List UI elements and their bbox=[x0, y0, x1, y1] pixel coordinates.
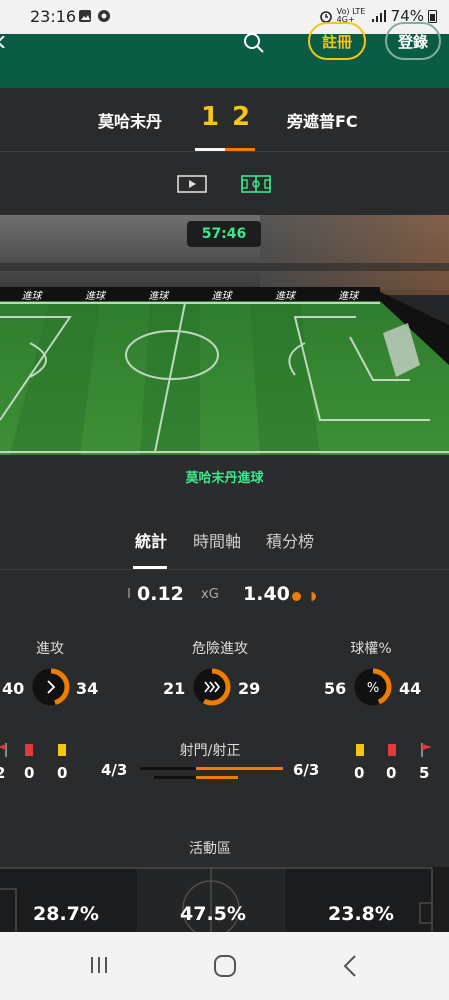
away-score: 2 bbox=[232, 102, 251, 132]
xg-label: xG bbox=[201, 587, 219, 602]
red-card-icon bbox=[25, 744, 33, 756]
xg-away-dot-half bbox=[311, 592, 316, 601]
recent-apps-icon[interactable] bbox=[88, 954, 110, 976]
stats-tabs: 統計 時間軸 積分榜 bbox=[0, 506, 449, 570]
dangerous-attacks-ring bbox=[193, 668, 231, 706]
tab-standings[interactable]: 積分榜 bbox=[266, 528, 314, 552]
shots-away: 6/3 bbox=[293, 761, 320, 779]
board-label: 進球 bbox=[148, 290, 169, 302]
register-button[interactable]: 註冊 bbox=[308, 22, 366, 60]
back-icon[interactable] bbox=[342, 954, 358, 978]
away-yellow-cards: 0 bbox=[354, 764, 365, 782]
home-yellow-cards: 0 bbox=[57, 764, 68, 782]
board-label: 進球 bbox=[84, 290, 105, 302]
corner-flag-icon bbox=[0, 743, 7, 757]
battery-icon bbox=[428, 10, 437, 23]
dangerous-attacks-away: 29 bbox=[238, 679, 261, 698]
possession-away: 44 bbox=[399, 679, 422, 698]
video-icon[interactable] bbox=[177, 175, 207, 193]
app-header bbox=[0, 32, 449, 88]
chrome-icon bbox=[98, 10, 110, 22]
search-icon[interactable] bbox=[243, 32, 265, 54]
tab-active-indicator bbox=[133, 566, 167, 569]
stat-label-attacks: 進攻 bbox=[36, 641, 64, 657]
board-label: 進球 bbox=[211, 290, 232, 302]
stat-label-possession: 球權% bbox=[350, 641, 392, 657]
away-team-name[interactable]: 旁遮普FC bbox=[287, 108, 358, 132]
possession-home: 56 bbox=[324, 679, 347, 698]
xg-home-dot bbox=[128, 588, 130, 598]
red-card-icon bbox=[388, 744, 396, 756]
board-label: 進球 bbox=[274, 290, 295, 302]
home-corners: 2 bbox=[0, 764, 6, 782]
score-underline-away bbox=[225, 148, 255, 151]
status-bar: 23:16 Vo) LTE 4G+ 74% bbox=[0, 0, 449, 34]
back-chevron-icon[interactable] bbox=[0, 36, 6, 48]
score-underline-home bbox=[195, 148, 225, 151]
home-red-cards: 0 bbox=[24, 764, 35, 782]
home-team-name[interactable]: 莫哈末丹 bbox=[98, 108, 162, 132]
media-toggle-bar bbox=[0, 153, 449, 215]
login-button[interactable]: 登錄 bbox=[385, 22, 441, 60]
on-target-bar-away bbox=[196, 776, 238, 779]
stats-panel: 0.12 xG 1.40 進攻 40 34 危險進攻 21 29 球權% 56 … bbox=[0, 571, 449, 933]
home-score: 1 bbox=[201, 102, 220, 132]
yellow-card-icon bbox=[356, 744, 364, 756]
away-corners: 5 bbox=[419, 764, 430, 782]
activity-left: 28.7% bbox=[33, 903, 99, 925]
match-animation: 進球 進球 進球 進球 進球 進球 57:46 bbox=[0, 215, 449, 505]
shots-bar-home bbox=[140, 767, 196, 770]
possession-ring: % bbox=[354, 668, 392, 706]
board-label: 進球 bbox=[338, 290, 359, 302]
signal-icon bbox=[371, 10, 386, 22]
corner-flag-icon bbox=[421, 743, 432, 757]
pitch-tracker-icon[interactable] bbox=[241, 175, 271, 193]
xg-home: 0.12 bbox=[137, 583, 184, 605]
tab-stats[interactable]: 統計 bbox=[135, 528, 167, 552]
attacks-home: 40 bbox=[2, 679, 25, 698]
shots-home: 4/3 bbox=[101, 761, 128, 779]
attacks-away: 34 bbox=[76, 679, 99, 698]
activity-middle: 47.5% bbox=[180, 903, 246, 925]
activity-right: 23.8% bbox=[328, 903, 394, 925]
tab-timeline[interactable]: 時間軸 bbox=[193, 528, 241, 552]
xg-away: 1.40 bbox=[243, 583, 290, 605]
stat-label-shots: 射門/射正 bbox=[179, 743, 241, 759]
on-target-bar-home bbox=[154, 776, 196, 779]
xg-away-dot bbox=[292, 592, 301, 601]
stadium-graphic bbox=[0, 215, 449, 505]
status-time: 23:16 bbox=[30, 7, 77, 26]
away-red-cards: 0 bbox=[386, 764, 397, 782]
stat-label-dangerous-attacks: 危險進攻 bbox=[192, 641, 248, 657]
event-message: 莫哈末丹進球 bbox=[185, 471, 264, 486]
gallery-icon bbox=[79, 10, 91, 22]
dangerous-attacks-home: 21 bbox=[163, 679, 186, 698]
advert-board: 進球 進球 進球 進球 進球 進球 bbox=[0, 287, 380, 302]
yellow-card-icon bbox=[58, 744, 66, 756]
home-icon[interactable] bbox=[213, 954, 237, 978]
alarm-icon bbox=[319, 11, 332, 23]
match-clock: 57:46 bbox=[187, 221, 261, 247]
board-label: 進球 bbox=[21, 290, 42, 302]
system-nav-bar bbox=[0, 932, 449, 1000]
shots-bar-away bbox=[196, 767, 283, 770]
stat-label-activity: 活動區 bbox=[189, 841, 231, 857]
attacks-ring bbox=[32, 668, 70, 706]
score-strip: 莫哈末丹 1 2 旁遮普FC bbox=[0, 88, 449, 152]
svg-text:%: % bbox=[367, 681, 379, 696]
